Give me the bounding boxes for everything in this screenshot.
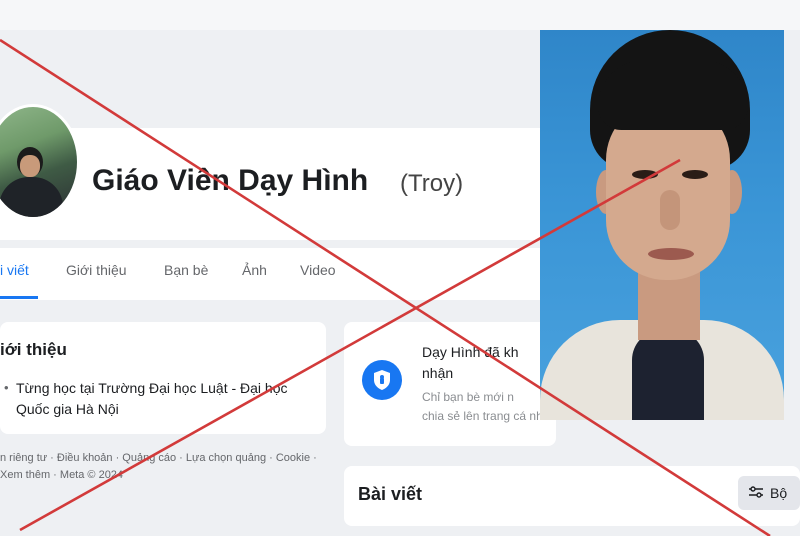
filter-button[interactable]: Bộ <box>738 476 800 510</box>
portrait-eye-left <box>632 170 658 179</box>
portrait-nose <box>660 190 680 230</box>
education-bullet: • <box>4 380 9 395</box>
portrait-mouth <box>648 248 694 260</box>
shield-icon <box>362 360 402 400</box>
active-tab-indicator <box>0 296 38 299</box>
filter-label: Bộ <box>770 485 788 501</box>
filter-icon <box>748 485 764 502</box>
notice-title: Dạy Hình đã kh nhận <box>422 342 552 384</box>
portrait-neck <box>638 270 700 340</box>
notice-title-line2: nhận <box>422 365 454 381</box>
avatar-body <box>0 177 63 217</box>
tab-photos[interactable]: Ảnh <box>242 262 267 278</box>
tab-about[interactable]: Giới thiệu <box>66 262 127 278</box>
posts-title: Bài viết <box>358 484 423 504</box>
tab-posts[interactable]: i viết <box>0 262 29 278</box>
screenshot-canvas: Giáo Viên Dạy Hình (Troy) i viết Giới th… <box>0 0 800 536</box>
portrait-eye-right <box>682 170 708 179</box>
profile-alternate-name: (Troy) <box>400 170 464 197</box>
avatar-face <box>20 155 40 177</box>
tab-video[interactable]: Video <box>300 262 336 278</box>
notice-title-line1: Dạy Hình đã kh <box>422 344 519 360</box>
intro-title: iới thiệu <box>0 340 67 359</box>
education-entry: Từng học tại Trường Đại học Luật - Đại h… <box>16 378 316 420</box>
portrait-tee <box>632 330 704 420</box>
portrait-photo <box>540 30 784 420</box>
education-prefix: Từng học tại <box>16 380 99 396</box>
footer-links[interactable]: n riêng tư · Điều khoản · Quảng cáo · Lự… <box>0 450 330 484</box>
portrait-fringe <box>598 60 748 130</box>
tab-friends[interactable]: Bạn bè <box>164 262 208 278</box>
profile-name: Giáo Viên Dạy Hình <box>92 164 369 197</box>
top-strip <box>0 0 800 30</box>
